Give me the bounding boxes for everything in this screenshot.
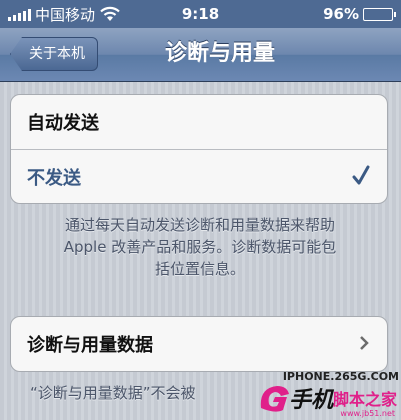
checkmark-icon (352, 165, 370, 185)
watermark: IPHONE.265G.COM 手机 脚本之家 www.jb51.net (257, 370, 399, 418)
settings-content: 自动发送 不发送 通过每天自动发送诊断和用量数据来帮助 Apple 改善产品和服… (0, 82, 401, 420)
navigation-bar: 关于本机 诊断与用量 (0, 28, 401, 82)
battery-icon (363, 7, 396, 21)
option-dont-send[interactable]: 不发送 (11, 149, 387, 203)
diagnostics-group: 诊断与用量数据 (10, 316, 388, 372)
send-options-group: 自动发送 不发送 (10, 94, 388, 204)
watermark-cn: 脚本之家 (332, 390, 397, 409)
row-label: 诊断与用量数据 (27, 335, 153, 356)
chevron-right-icon (360, 336, 369, 350)
description-text: 通过每天自动发送诊断和用量数据来帮助 Apple 改善产品和服务。诊断数据可能包… (63, 216, 337, 278)
page-title: 诊断与用量 (164, 41, 275, 66)
battery-percent: 96% (323, 5, 359, 23)
diagnostics-data-row[interactable]: 诊断与用量数据 (11, 317, 387, 371)
option-label: 自动发送 (27, 113, 99, 134)
watermark-url: www.jb51.net (340, 409, 395, 418)
watermark-logo-icon (260, 386, 289, 412)
wifi-icon (100, 6, 120, 21)
footer-note: “诊断与用量数据”不会被 (30, 384, 196, 402)
carrier-label: 中国移动 (35, 5, 96, 24)
option-label: 不发送 (27, 167, 81, 189)
status-bar: 中国移动 9:18 96% (0, 0, 401, 28)
back-button[interactable]: 关于本机 (10, 37, 98, 71)
signal-icon (8, 7, 31, 21)
watermark-main: 手机 (289, 388, 334, 413)
option-auto-send[interactable]: 自动发送 (11, 95, 387, 149)
